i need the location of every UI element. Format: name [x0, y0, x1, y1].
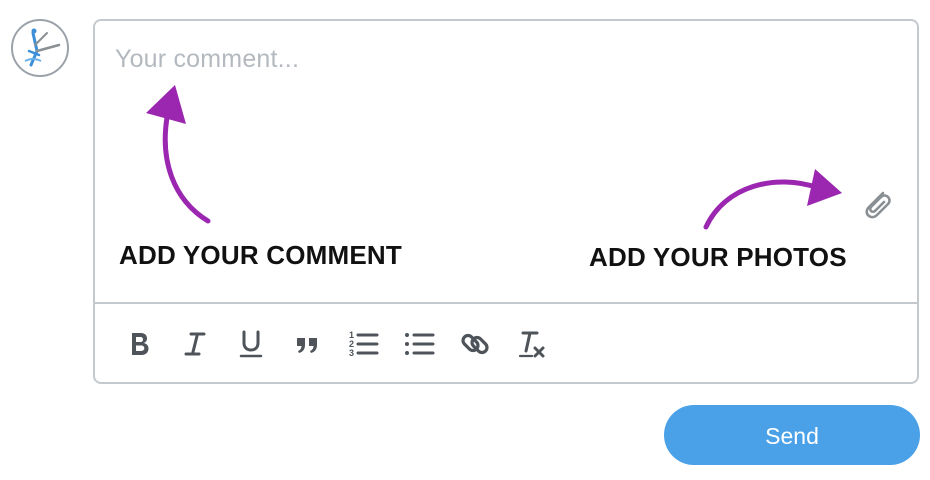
add-comment-hint: ADD YOUR COMMENT	[119, 240, 402, 270]
italic-button[interactable]	[177, 326, 213, 362]
bullet-list-button[interactable]	[401, 326, 437, 362]
dancer-logo-icon	[24, 28, 61, 67]
quote-icon	[297, 338, 317, 353]
format-toolbar: 1 2 3	[95, 304, 917, 382]
clear-format-icon	[518, 331, 545, 358]
italic-icon	[184, 332, 206, 356]
bullet-list-icon	[405, 333, 435, 355]
underline-icon	[239, 330, 263, 358]
link-button[interactable]	[457, 326, 493, 362]
comment-composer: Your comment... ADD YOUR COMMENT ADD YOU…	[0, 0, 930, 480]
avatar	[11, 19, 69, 77]
ordered-list-icon: 1 2 3	[349, 330, 379, 358]
svg-text:3: 3	[349, 348, 354, 358]
bold-button[interactable]	[121, 326, 157, 362]
add-photos-hint: ADD YOUR PHOTOS	[589, 242, 847, 272]
underline-button[interactable]	[233, 326, 269, 362]
comment-placeholder: Your comment...	[115, 45, 300, 73]
blockquote-button[interactable]	[289, 326, 325, 362]
link-icon	[461, 333, 489, 355]
bold-icon	[132, 333, 149, 355]
comment-editor: Your comment... ADD YOUR COMMENT ADD YOU…	[93, 19, 919, 384]
paperclip-icon	[865, 191, 891, 219]
clear-format-button[interactable]	[513, 326, 549, 362]
attach-photo-button[interactable]	[859, 185, 895, 221]
ordered-list-button[interactable]: 1 2 3	[345, 326, 381, 362]
send-button[interactable]: Send	[664, 405, 920, 465]
